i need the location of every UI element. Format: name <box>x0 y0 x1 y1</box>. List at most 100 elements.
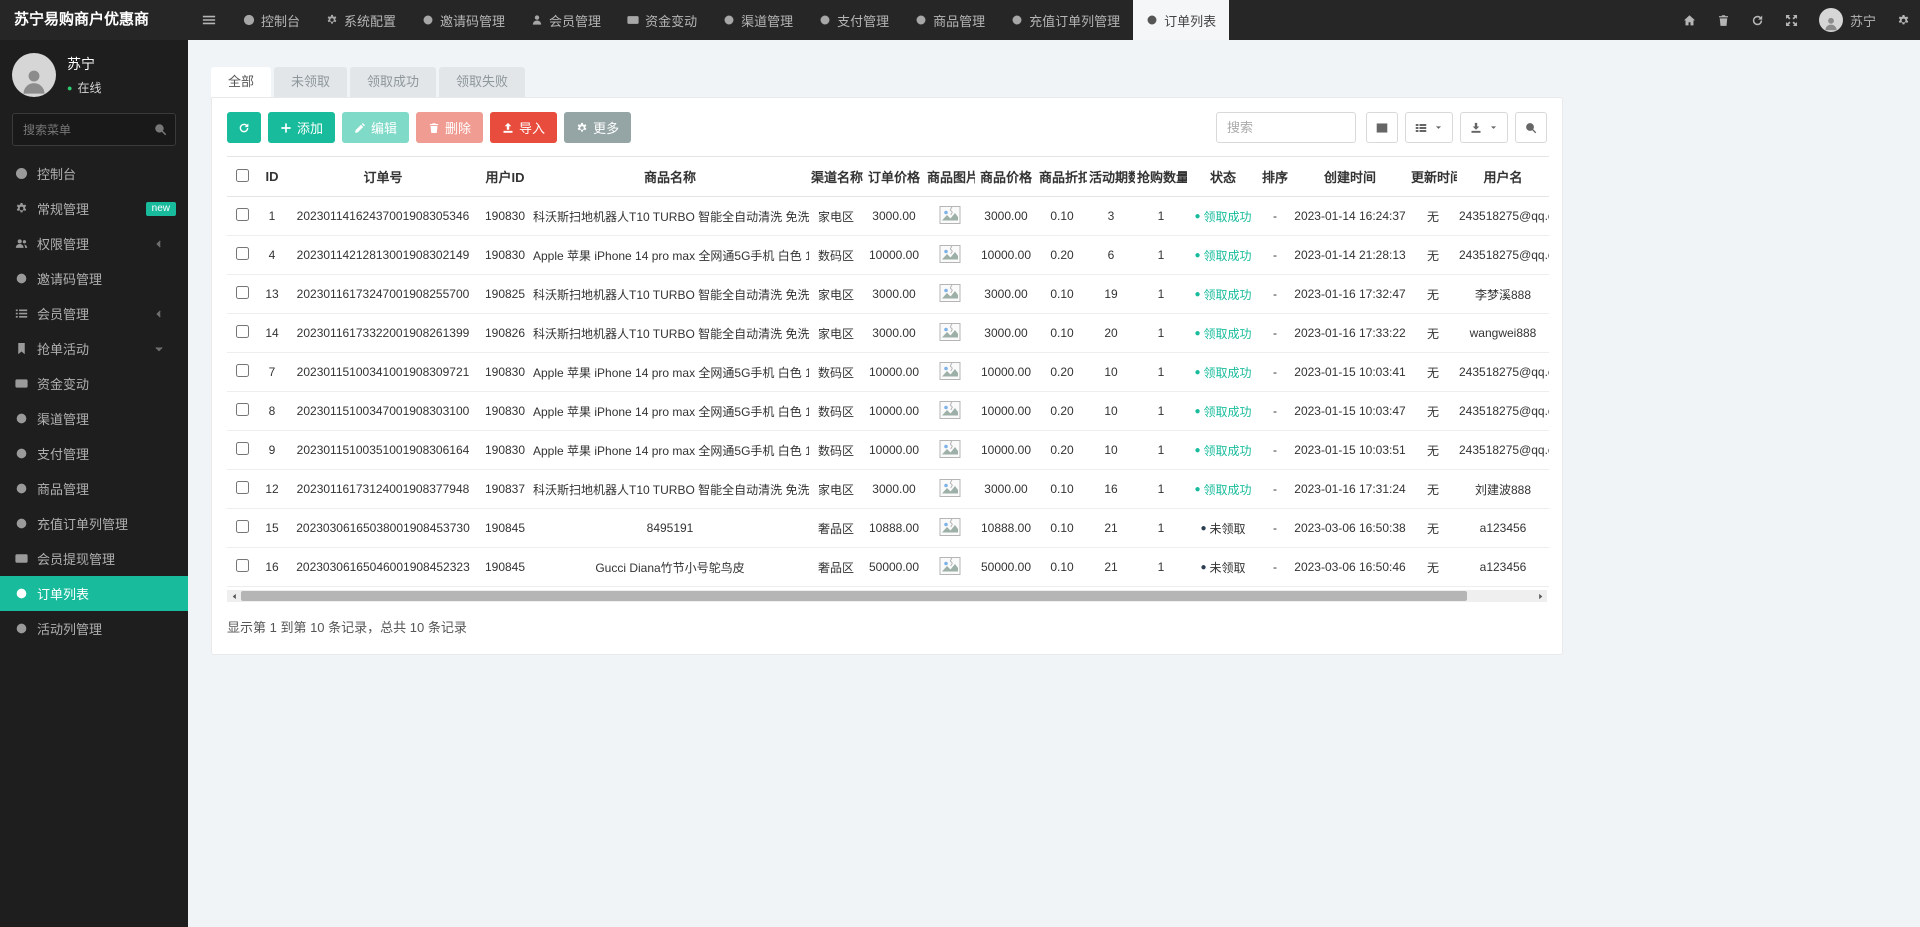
user-menu[interactable]: 苏宁 <box>1809 8 1886 32</box>
sidebar-item[interactable]: 渠道管理 <box>0 401 188 436</box>
table-row[interactable]: 14 20230116173322001908261399 190826 科沃斯… <box>227 314 1549 353</box>
refresh-page-button[interactable] <box>1741 0 1775 40</box>
topnav-item[interactable]: 支付管理 <box>806 0 902 40</box>
filter-tab[interactable]: 全部 <box>211 67 271 97</box>
menu-search-input[interactable] <box>12 113 176 146</box>
sidebar-item[interactable]: 权限管理 <box>0 226 188 261</box>
cell-qty: 1 <box>1135 392 1187 431</box>
refresh-table-button[interactable] <box>227 112 261 143</box>
column-header[interactable]: 商品折扣 <box>1037 157 1087 197</box>
row-checkbox[interactable] <box>236 286 249 299</box>
scrollbar-thumb[interactable] <box>241 591 1467 601</box>
column-header[interactable]: 商品价格 <box>975 157 1037 197</box>
sidebar-item[interactable]: 支付管理 <box>0 436 188 471</box>
cell-updated: 无 <box>1409 548 1457 587</box>
table-row[interactable]: 15 20230306165038001908453730 190845 849… <box>227 509 1549 548</box>
sidebar-item[interactable]: 活动列管理 <box>0 611 188 646</box>
online-status-label: 在线 <box>77 79 101 96</box>
edit-button[interactable]: 编辑 <box>342 112 409 143</box>
topnav-item[interactable]: 会员管理 <box>518 0 614 40</box>
topnav-item[interactable]: 商品管理 <box>902 0 998 40</box>
cell-order-price: 3000.00 <box>863 470 925 509</box>
table-row[interactable]: 16 20230306165046001908452323 190845 Guc… <box>227 548 1549 587</box>
scroll-left-arrow[interactable] <box>227 590 241 602</box>
settings-button[interactable] <box>1886 0 1920 40</box>
row-checkbox[interactable] <box>236 403 249 416</box>
cell-product-price: 10000.00 <box>975 236 1037 275</box>
scroll-right-arrow[interactable] <box>1533 590 1547 602</box>
sidebar-item[interactable]: 会员提现管理 <box>0 541 188 576</box>
filter-tab[interactable]: 未领取 <box>274 67 347 97</box>
columns-button[interactable] <box>1405 112 1453 143</box>
export-button[interactable] <box>1460 112 1508 143</box>
column-header[interactable]: 抢购数量 <box>1135 157 1187 197</box>
column-header[interactable]: 商品名称 <box>531 157 809 197</box>
row-checkbox[interactable] <box>236 247 249 260</box>
column-header[interactable]: 订单价格 <box>863 157 925 197</box>
import-button[interactable]: 导入 <box>490 112 557 143</box>
search-button[interactable] <box>1515 112 1547 143</box>
column-header[interactable]: 活动期数 <box>1087 157 1135 197</box>
home-button[interactable] <box>1673 0 1707 40</box>
fullscreen-button[interactable] <box>1775 0 1809 40</box>
table-row[interactable]: 7 20230115100341001908309721 190830 Appl… <box>227 353 1549 392</box>
sidebar-item[interactable]: 邀请码管理 <box>0 261 188 296</box>
column-header[interactable]: ID <box>257 157 287 197</box>
sidebar-item[interactable]: 抢单活动 <box>0 331 188 366</box>
gear-icon <box>15 202 37 215</box>
topnav-item-label: 订单列表 <box>1164 11 1216 30</box>
row-checkbox[interactable] <box>236 559 249 572</box>
cell-product-price: 3000.00 <box>975 275 1037 314</box>
table-row[interactable]: 12 20230116173124001908377948 190837 科沃斯… <box>227 470 1549 509</box>
topnav-item[interactable]: 控制台 <box>230 0 313 40</box>
more-button[interactable]: 更多 <box>564 112 631 143</box>
add-button[interactable]: 添加 <box>268 112 335 143</box>
column-header[interactable]: 商品图片 <box>925 157 975 197</box>
table-row[interactable]: 4 20230114212813001908302149 190830 Appl… <box>227 236 1549 275</box>
sidebar-item[interactable]: 会员管理 <box>0 296 188 331</box>
topnav-item[interactable]: 充值订单列管理 <box>998 0 1133 40</box>
topnav-item[interactable]: 资金变动 <box>614 0 710 40</box>
sidebar-item[interactable]: 商品管理 <box>0 471 188 506</box>
sidebar-item[interactable]: 资金变动 <box>0 366 188 401</box>
topnav-item-label: 控制台 <box>261 11 300 30</box>
sidebar-item[interactable]: 常规管理new <box>0 191 188 226</box>
table-row[interactable]: 8 20230115100347001908303100 190830 Appl… <box>227 392 1549 431</box>
filter-tab[interactable]: 领取成功 <box>350 67 436 97</box>
column-header[interactable]: 更新时间 <box>1409 157 1457 197</box>
row-checkbox[interactable] <box>236 520 249 533</box>
hamburger-button[interactable] <box>188 0 230 40</box>
horizontal-scrollbar[interactable] <box>227 590 1547 602</box>
table-row[interactable]: 9 20230115100351001908306164 190830 Appl… <box>227 431 1549 470</box>
sidebar-item[interactable]: 充值订单列管理 <box>0 506 188 541</box>
cell-period: 16 <box>1087 470 1135 509</box>
column-header[interactable]: 状态 <box>1187 157 1259 197</box>
delete-button[interactable]: 删除 <box>416 112 483 143</box>
clear-cache-button[interactable] <box>1707 0 1741 40</box>
select-all-checkbox[interactable] <box>236 169 249 182</box>
topnav-item[interactable]: 渠道管理 <box>710 0 806 40</box>
table-row[interactable]: 1 20230114162437001908305346 190830 科沃斯扫… <box>227 197 1549 236</box>
cell-id: 16 <box>257 548 287 587</box>
topnav-item[interactable]: 订单列表 <box>1133 0 1229 40</box>
column-header[interactable]: 创建时间 <box>1291 157 1409 197</box>
column-header[interactable]: 用户ID <box>479 157 531 197</box>
row-checkbox[interactable] <box>236 325 249 338</box>
filter-tab[interactable]: 领取失败 <box>439 67 525 97</box>
column-header[interactable]: 订单号 <box>287 157 479 197</box>
sidebar-item[interactable]: 订单列表 <box>0 576 188 611</box>
row-checkbox[interactable] <box>236 481 249 494</box>
column-header[interactable]: 用户名 <box>1457 157 1549 197</box>
topnav-item[interactable]: 系统配置 <box>313 0 409 40</box>
row-checkbox[interactable] <box>236 364 249 377</box>
column-header[interactable]: 排序 <box>1259 157 1291 197</box>
column-header[interactable]: 渠道名称 <box>809 157 863 197</box>
toggle-view-button[interactable] <box>1366 112 1398 143</box>
row-checkbox[interactable] <box>236 208 249 221</box>
row-checkbox[interactable] <box>236 442 249 455</box>
table-row[interactable]: 13 20230116173247001908255700 190825 科沃斯… <box>227 275 1549 314</box>
table-search-input[interactable] <box>1216 112 1356 143</box>
new-badge: new <box>146 202 176 216</box>
sidebar-item[interactable]: 控制台 <box>0 156 188 191</box>
topnav-item[interactable]: 邀请码管理 <box>409 0 518 40</box>
